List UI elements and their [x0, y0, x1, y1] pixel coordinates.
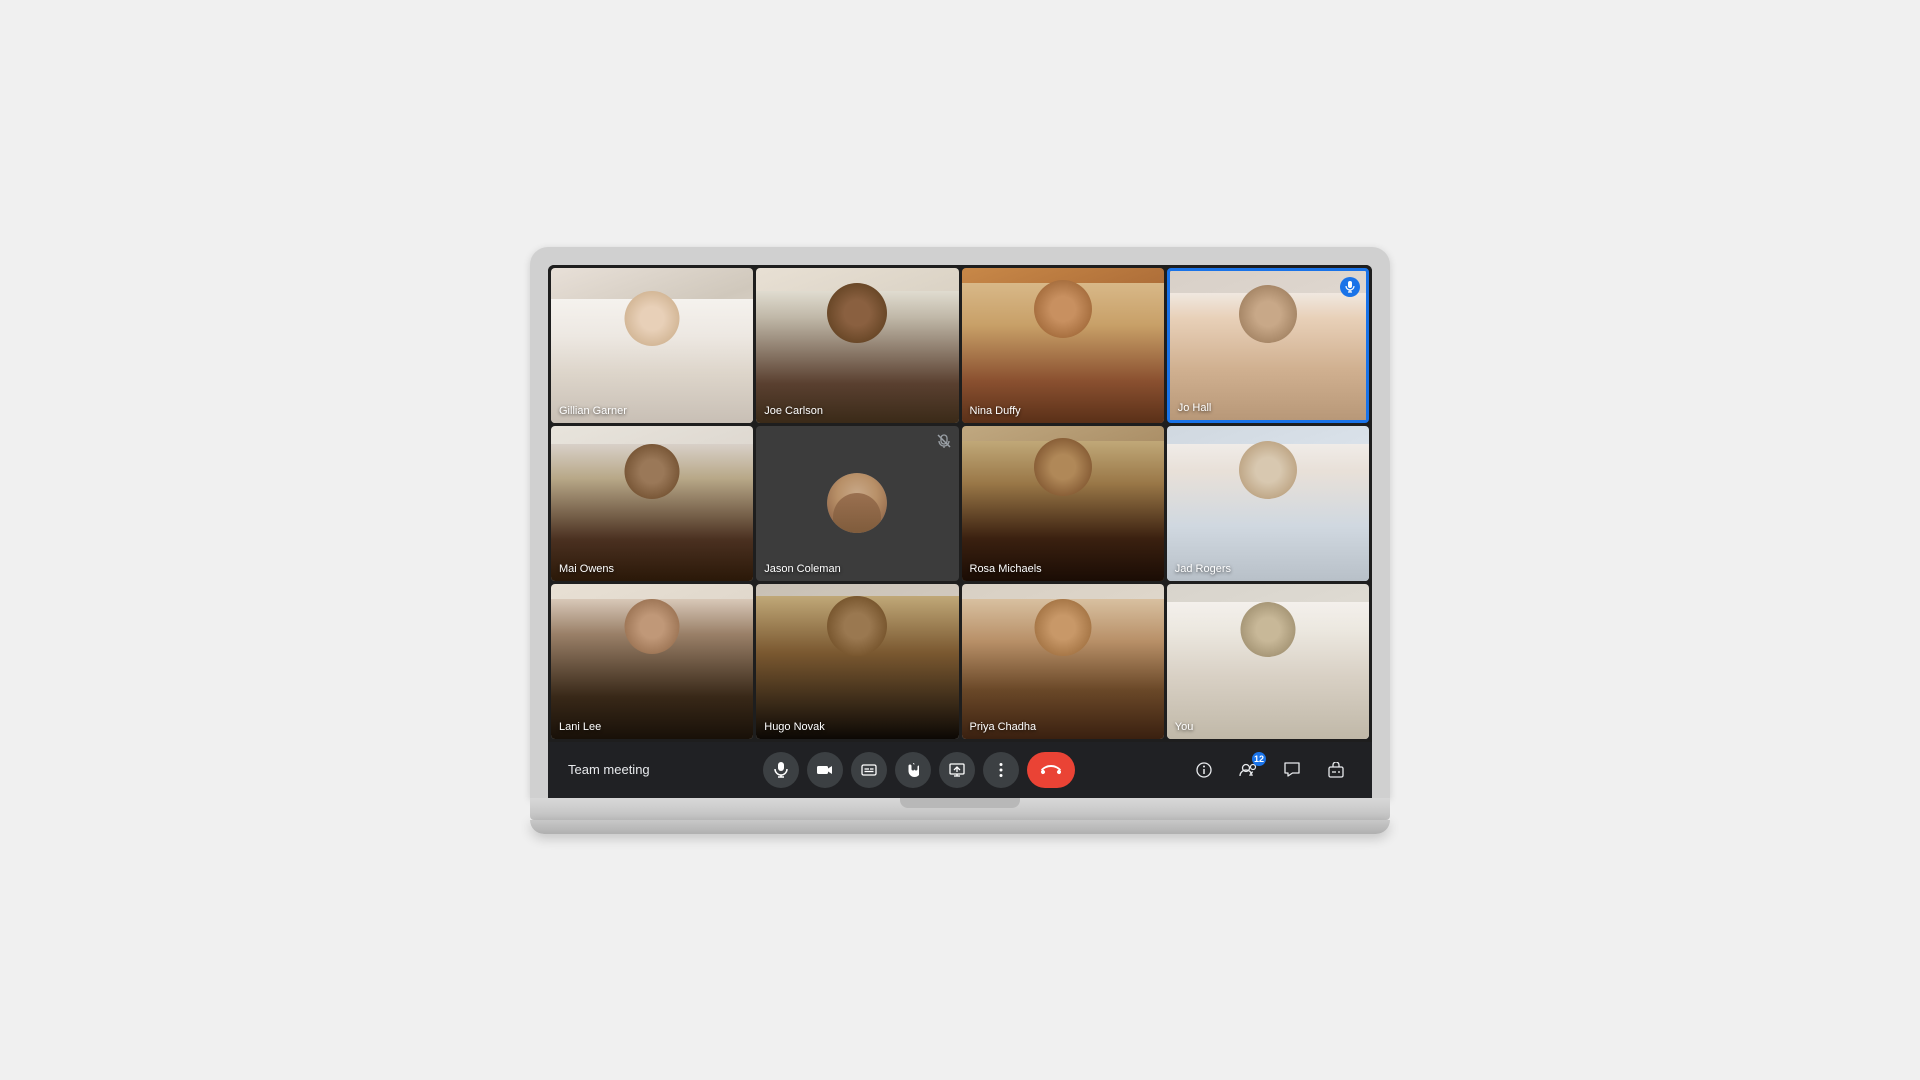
name-jo: Jo Hall	[1178, 402, 1212, 414]
laptop-stand	[530, 820, 1390, 834]
video-tile-joe: Joe Carlson	[756, 268, 958, 423]
laptop-notch	[900, 798, 1020, 808]
meeting-title: Team meeting	[568, 762, 650, 777]
video-tile-rosa: Rosa Michaels	[962, 426, 1164, 581]
name-joe: Joe Carlson	[764, 405, 823, 417]
video-tile-lani: Lani Lee	[551, 584, 753, 739]
toolbar-secondary-controls: 12	[1188, 754, 1352, 786]
video-tile-hugo: Hugo Novak	[756, 584, 958, 739]
mic-active-indicator	[1340, 277, 1360, 297]
meeting-info-button[interactable]	[1188, 754, 1220, 786]
laptop-screen: Gillian Garner Joe Carlson N	[548, 265, 1372, 798]
end-call-button[interactable]	[1027, 752, 1075, 788]
toolbar-controls	[763, 752, 1075, 788]
people-count-badge: 12	[1252, 752, 1266, 766]
mute-slash-icon	[937, 434, 951, 448]
more-options-button[interactable]	[983, 752, 1019, 788]
captions-button[interactable]	[851, 752, 887, 788]
chat-button[interactable]	[1276, 754, 1308, 786]
video-tile-you: You	[1167, 584, 1369, 739]
present-button[interactable]	[939, 752, 975, 788]
name-jason: Jason Coleman	[764, 563, 840, 575]
name-lani: Lani Lee	[559, 721, 601, 733]
video-tile-jo: Jo Hall	[1167, 268, 1369, 423]
video-tile-gillian: Gillian Garner	[551, 268, 753, 423]
laptop-base	[530, 798, 1390, 820]
video-tile-jad: Jad Rogers	[1167, 426, 1369, 581]
meeting-toolbar: Team meeting	[548, 742, 1372, 798]
jason-avatar	[827, 473, 887, 533]
name-priya: Priya Chadha	[970, 721, 1037, 733]
name-you: You	[1175, 721, 1194, 733]
name-rosa: Rosa Michaels	[970, 563, 1042, 575]
video-tile-priya: Priya Chadha	[962, 584, 1164, 739]
video-tile-nina: Nina Duffy	[962, 268, 1164, 423]
name-nina: Nina Duffy	[970, 405, 1021, 417]
meeting-title-area: Team meeting	[568, 762, 650, 777]
name-hugo: Hugo Novak	[764, 721, 825, 733]
laptop-bezel: Gillian Garner Joe Carlson N	[530, 247, 1390, 798]
video-grid: Gillian Garner Joe Carlson N	[548, 265, 1372, 742]
activities-button[interactable]	[1320, 754, 1352, 786]
name-gillian: Gillian Garner	[559, 405, 627, 417]
raise-hand-button[interactable]	[895, 752, 931, 788]
video-tile-mai: Mai Owens	[551, 426, 753, 581]
microphone-button[interactable]	[763, 752, 799, 788]
video-tile-jason: Jason Coleman	[756, 426, 958, 581]
camera-button[interactable]	[807, 752, 843, 788]
name-mai: Mai Owens	[559, 563, 614, 575]
people-button[interactable]: 12	[1232, 754, 1264, 786]
name-jad: Jad Rogers	[1175, 563, 1231, 575]
laptop-wrapper: Gillian Garner Joe Carlson N	[530, 247, 1390, 834]
